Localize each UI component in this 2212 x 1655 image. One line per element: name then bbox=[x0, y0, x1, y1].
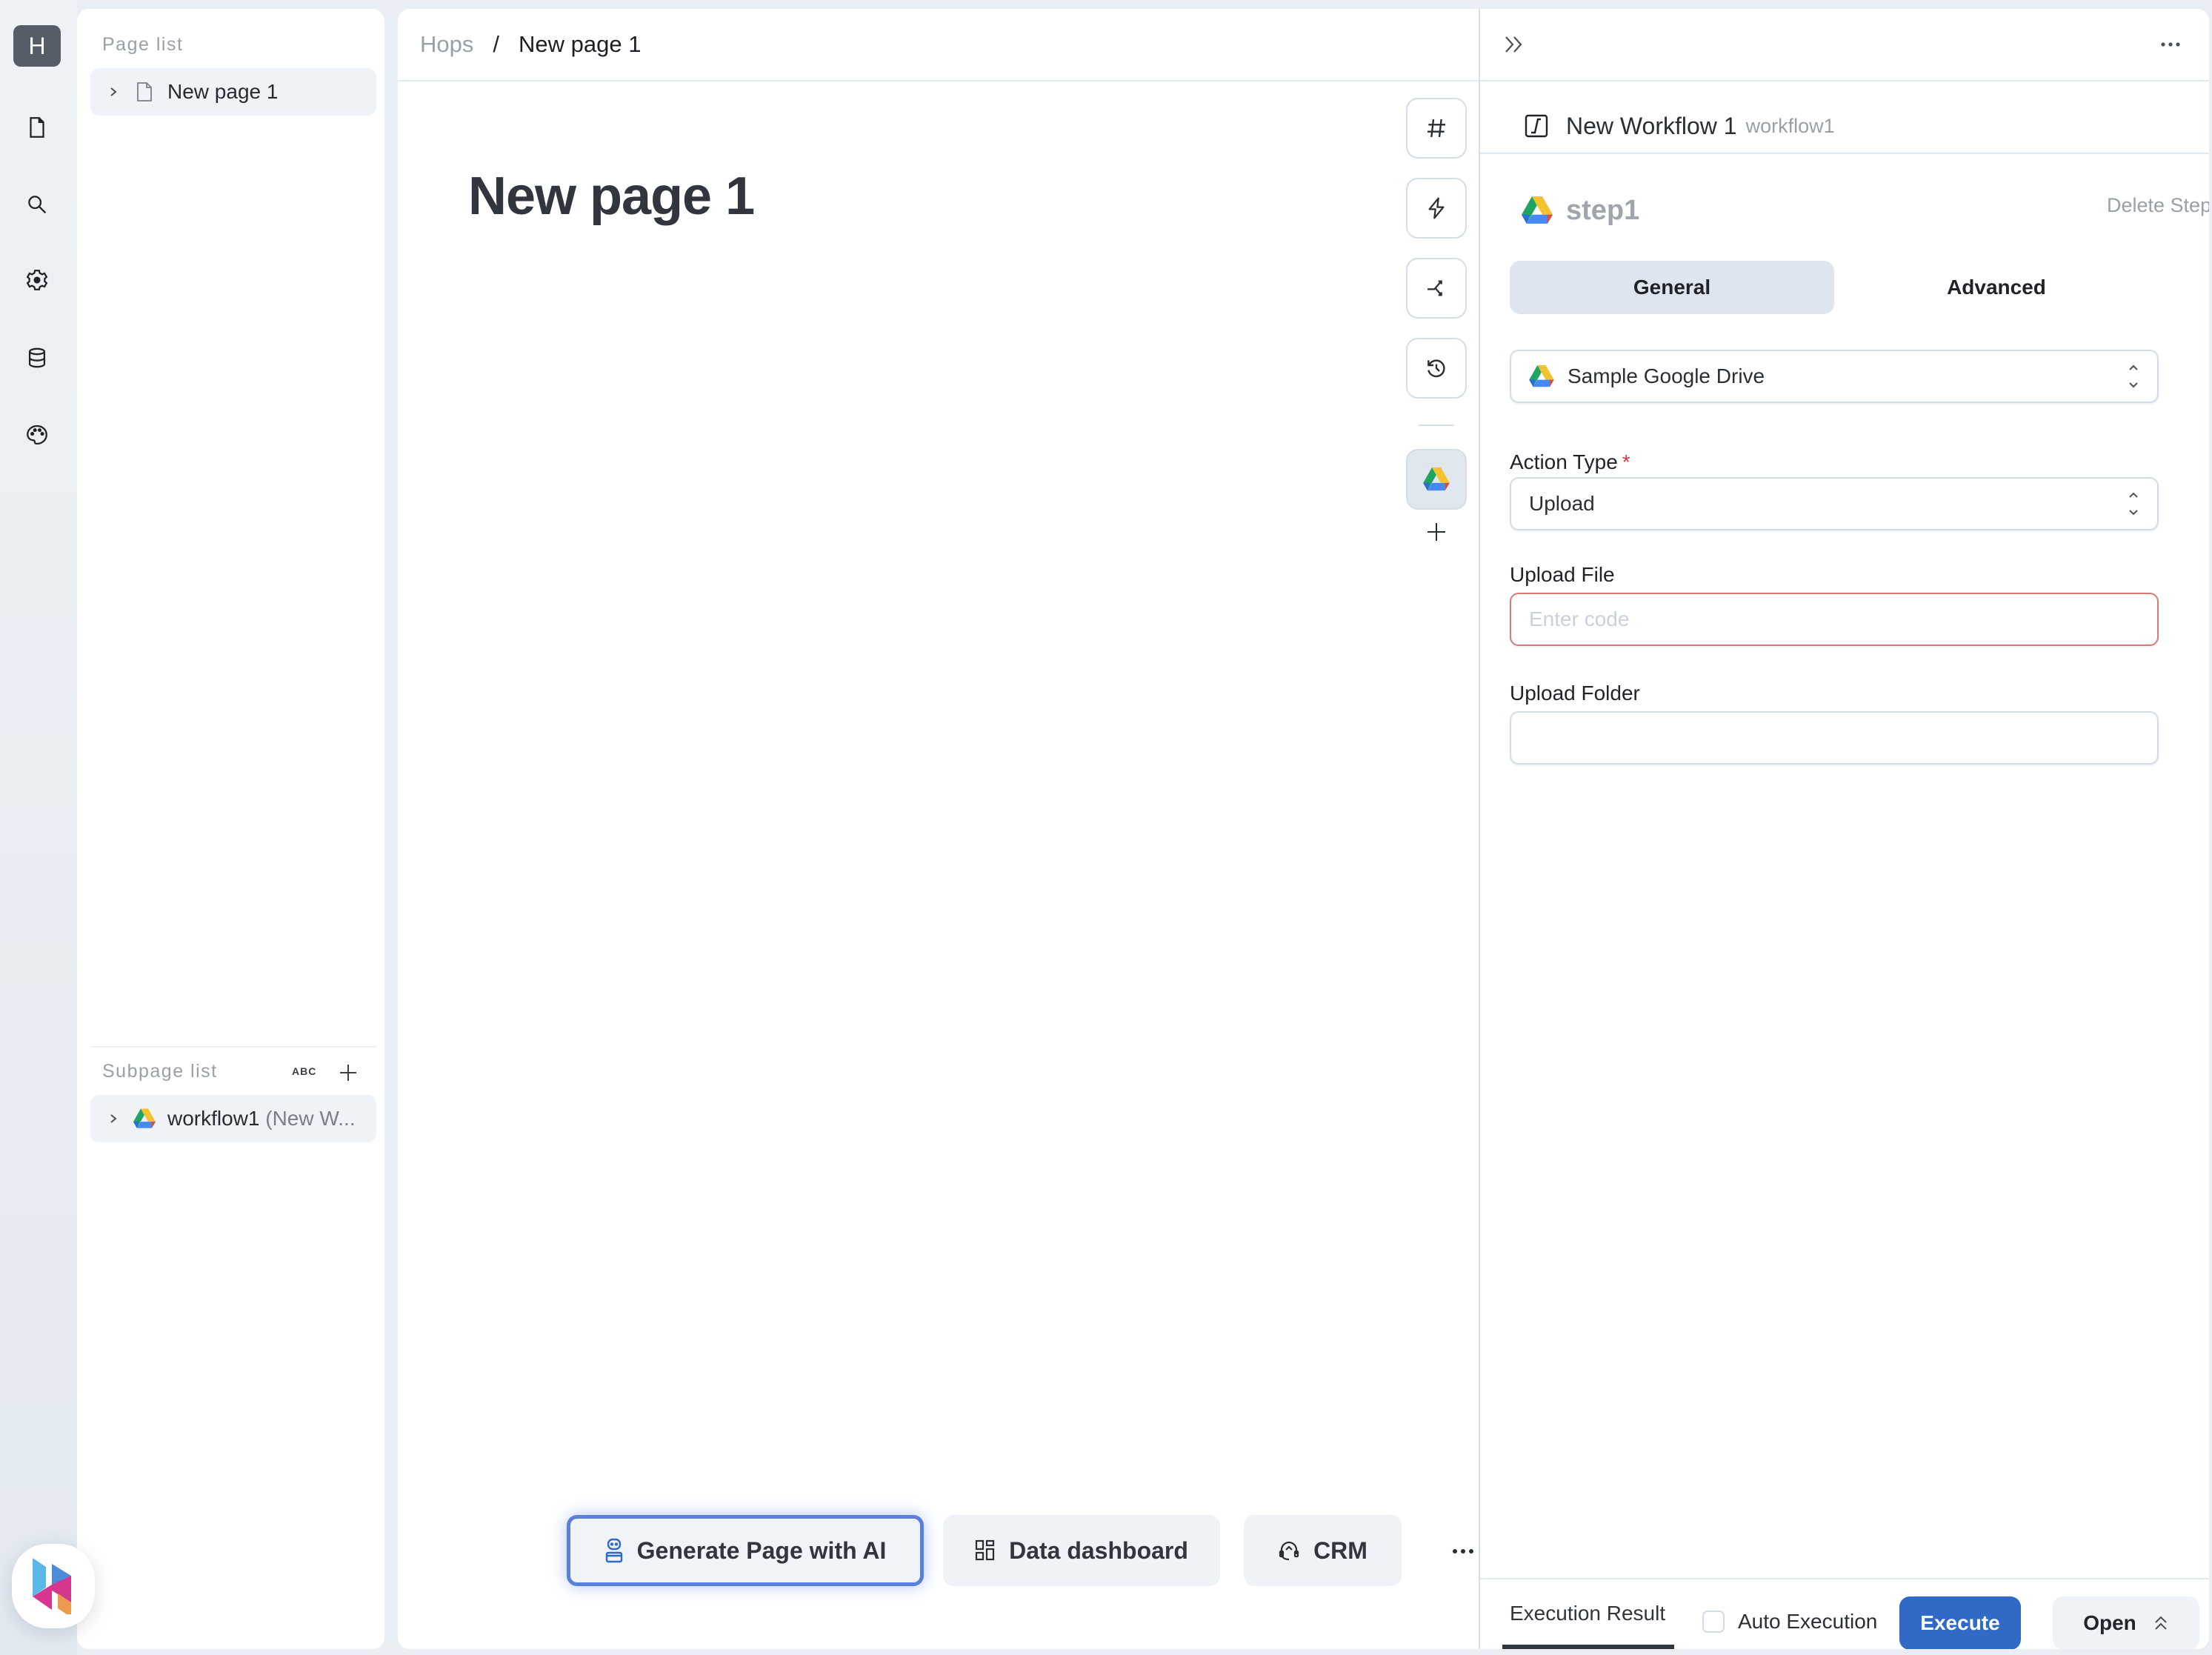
workspace-badge[interactable]: H bbox=[13, 25, 61, 67]
workflow-title-divider bbox=[1480, 153, 2209, 154]
auto-execution-checkbox[interactable] bbox=[1702, 1611, 1725, 1633]
collapse-panel-button[interactable] bbox=[1498, 28, 1530, 61]
toolbar-divider bbox=[1419, 424, 1454, 426]
palette-icon bbox=[27, 424, 47, 445]
google-drive-icon bbox=[1423, 467, 1450, 491]
hash-icon bbox=[1428, 119, 1445, 138]
plus-icon bbox=[1428, 523, 1445, 541]
execute-button[interactable]: Execute bbox=[1899, 1596, 2021, 1649]
rail-theme-button[interactable] bbox=[21, 419, 53, 451]
rail-settings-button[interactable] bbox=[21, 264, 53, 296]
google-drive-icon bbox=[1522, 196, 1553, 224]
chevrons-up-icon bbox=[2153, 1614, 2169, 1633]
workflow-title[interactable]: New Workflow 1 bbox=[1566, 113, 1737, 140]
page-title[interactable]: New page 1 bbox=[468, 166, 755, 227]
rail-database-button[interactable] bbox=[21, 342, 53, 374]
subpage-list-item-label: workflow1 (New W... bbox=[167, 1107, 356, 1130]
upload-file-label: Upload File bbox=[1510, 563, 1615, 586]
breadcrumb-current: New page 1 bbox=[519, 31, 642, 57]
main-workspace: Hops / New page 1 New page 1 Generate Pa… bbox=[398, 9, 2209, 1649]
open-result-button[interactable]: Open bbox=[2053, 1596, 2199, 1649]
dashboard-icon bbox=[975, 1539, 996, 1562]
history-icon bbox=[1428, 359, 1445, 378]
hash-button[interactable] bbox=[1406, 98, 1467, 159]
execution-result-tab[interactable]: Execution Result bbox=[1510, 1602, 1665, 1625]
delete-step-button[interactable]: Delete Step bbox=[2107, 194, 2209, 217]
breadcrumb: Hops / New page 1 bbox=[420, 9, 641, 80]
lightning-icon bbox=[1428, 197, 1445, 219]
upload-file-input[interactable]: Enter code bbox=[1510, 593, 2159, 646]
more-horizontal-icon bbox=[1453, 1549, 1473, 1554]
action-type-label: Action Type * bbox=[1510, 450, 1630, 473]
header-divider bbox=[398, 80, 1479, 81]
open-result-label: Open bbox=[2083, 1611, 2136, 1634]
ai-robot-icon bbox=[604, 1538, 624, 1563]
more-horizontal-icon bbox=[2161, 42, 2180, 47]
history-button[interactable] bbox=[1406, 338, 1467, 399]
app-logo-icon bbox=[33, 1558, 71, 1614]
crm-button[interactable]: CRM bbox=[1244, 1515, 1402, 1586]
workflow-icon bbox=[1525, 114, 1548, 138]
subpage-list-label: Subpage list bbox=[102, 1061, 218, 1082]
workflow-panel: New Workflow 1 workflow1 step1 Delete St… bbox=[1479, 9, 2209, 1649]
resource-select[interactable]: Sample Google Drive bbox=[1510, 350, 2159, 403]
generate-page-ai-button[interactable]: Generate Page with AI bbox=[567, 1515, 924, 1586]
search-icon bbox=[28, 196, 47, 214]
page-list-panel: Page list New page 1 Subpage list ABC wo… bbox=[77, 9, 384, 1649]
trigger-button[interactable] bbox=[1406, 178, 1467, 239]
page-list-item-label: New page 1 bbox=[167, 80, 279, 103]
auto-execution-label[interactable]: Auto Execution bbox=[1738, 1610, 1877, 1634]
action-type-select[interactable]: Upload bbox=[1510, 477, 2159, 530]
workflow-id: workflow1 bbox=[1745, 114, 1835, 137]
file-icon bbox=[133, 81, 156, 103]
page-list-label: Page list bbox=[102, 34, 184, 55]
branch-button[interactable] bbox=[1406, 258, 1467, 319]
rail-pages-button[interactable] bbox=[21, 111, 53, 144]
shuffle-icon bbox=[1428, 280, 1442, 296]
add-subpage-button[interactable] bbox=[335, 1059, 362, 1086]
up-down-chevron-icon bbox=[2128, 489, 2139, 519]
panel-header-divider bbox=[1480, 80, 2209, 81]
page-list-item[interactable]: New page 1 bbox=[90, 68, 376, 116]
plus-icon bbox=[340, 1065, 356, 1081]
panel-more-button[interactable] bbox=[2154, 28, 2187, 61]
file-icon bbox=[30, 117, 44, 138]
chevron-right-icon[interactable] bbox=[108, 1111, 123, 1126]
subpage-list-item[interactable]: workflow1 (New W... bbox=[90, 1095, 376, 1142]
panel-divider bbox=[90, 1046, 376, 1048]
tab-advanced[interactable]: Advanced bbox=[1834, 261, 2159, 314]
gear-icon bbox=[26, 270, 48, 290]
google-drive-step-button[interactable] bbox=[1406, 449, 1467, 510]
data-dashboard-label: Data dashboard bbox=[1009, 1536, 1188, 1564]
generate-page-ai-label: Generate Page with AI bbox=[636, 1536, 887, 1564]
sort-abc-button[interactable]: ABC bbox=[292, 1065, 316, 1077]
action-type-value: Upload bbox=[1529, 492, 1595, 515]
more-templates-button[interactable] bbox=[1448, 1536, 1478, 1566]
step-header: step1 bbox=[1522, 181, 1639, 240]
crm-label: CRM bbox=[1313, 1536, 1367, 1564]
rail-search-button[interactable] bbox=[21, 188, 53, 221]
resource-select-value: Sample Google Drive bbox=[1568, 364, 1765, 387]
upload-folder-input[interactable] bbox=[1510, 711, 2159, 765]
tab-general[interactable]: General bbox=[1510, 261, 1834, 314]
chevron-right-icon[interactable] bbox=[108, 84, 123, 99]
chevrons-right-icon bbox=[1505, 36, 1522, 53]
google-drive-icon bbox=[133, 1108, 156, 1130]
up-down-chevron-icon bbox=[2128, 362, 2139, 391]
database-icon bbox=[28, 347, 46, 368]
headset-icon bbox=[1278, 1539, 1300, 1562]
execution-result-tab-indicator bbox=[1502, 1645, 1674, 1649]
data-dashboard-button[interactable]: Data dashboard bbox=[943, 1515, 1220, 1586]
breadcrumb-separator: / bbox=[493, 31, 499, 57]
upload-file-placeholder: Enter code bbox=[1529, 607, 1630, 630]
add-step-button[interactable] bbox=[1422, 517, 1451, 547]
step-name[interactable]: step1 bbox=[1566, 195, 1639, 227]
google-drive-icon bbox=[1529, 365, 1554, 387]
app-logo-button[interactable] bbox=[12, 1544, 95, 1628]
workflow-title-row: New Workflow 1 workflow1 bbox=[1525, 96, 1835, 156]
footer-divider bbox=[1480, 1578, 2209, 1579]
upload-folder-label: Upload Folder bbox=[1510, 682, 1640, 705]
app-rail: H bbox=[0, 0, 77, 1655]
breadcrumb-root[interactable]: Hops bbox=[420, 31, 473, 58]
